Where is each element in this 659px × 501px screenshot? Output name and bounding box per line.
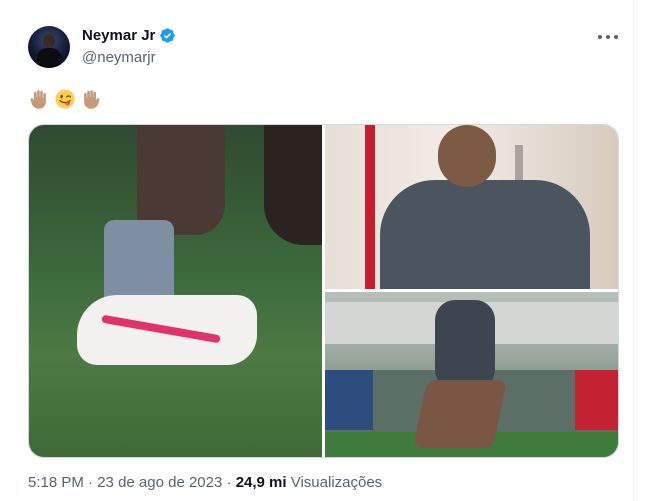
tweet-time[interactable]: 5:18 PM [28, 474, 84, 491]
photo-face [438, 125, 496, 187]
photo-ad-board-red [575, 370, 618, 430]
avatar[interactable] [28, 26, 70, 68]
photo-shirt [380, 180, 590, 289]
separator: · [83, 474, 98, 491]
tweet-text [28, 88, 102, 110]
author-handle[interactable]: @neymarjr [82, 49, 156, 66]
tweet[interactable]: Neymar Jr @neymarjr 5:18 PM · 23 de ago … [0, 0, 633, 501]
photo-red-pole [365, 125, 375, 289]
avatar-body [37, 48, 61, 68]
photo-leg [137, 125, 225, 235]
verified-badge-icon [159, 27, 176, 44]
photo-leg-back [264, 125, 322, 245]
separator: · [222, 474, 236, 491]
raised-hand-icon [80, 88, 102, 110]
photo-football-boot[interactable] [29, 125, 322, 457]
tweet-date[interactable]: 23 de ago de 2023 [97, 474, 222, 491]
photo-ad-board-blue [325, 370, 373, 430]
avatar-head [43, 34, 55, 48]
author-name[interactable]: Neymar Jr [82, 27, 155, 44]
timeline-border [633, 0, 634, 501]
tweet-metadata: 5:18 PM · 23 de ago de 2023 · 24,9 mi Vi… [28, 474, 382, 491]
views-label: Visualizações [286, 474, 383, 491]
photo-player [435, 300, 495, 390]
photo-player-legs [412, 380, 508, 448]
more-options-icon[interactable] [598, 28, 618, 46]
winking-face-tongue-icon [54, 88, 76, 110]
media-grid [28, 124, 619, 458]
author-name-row[interactable]: Neymar Jr [82, 27, 176, 44]
photo-training-bottom[interactable] [325, 292, 618, 457]
views-count[interactable]: 24,9 mi [236, 474, 287, 491]
raised-hand-icon [28, 88, 50, 110]
photo-training-top[interactable] [325, 125, 618, 289]
